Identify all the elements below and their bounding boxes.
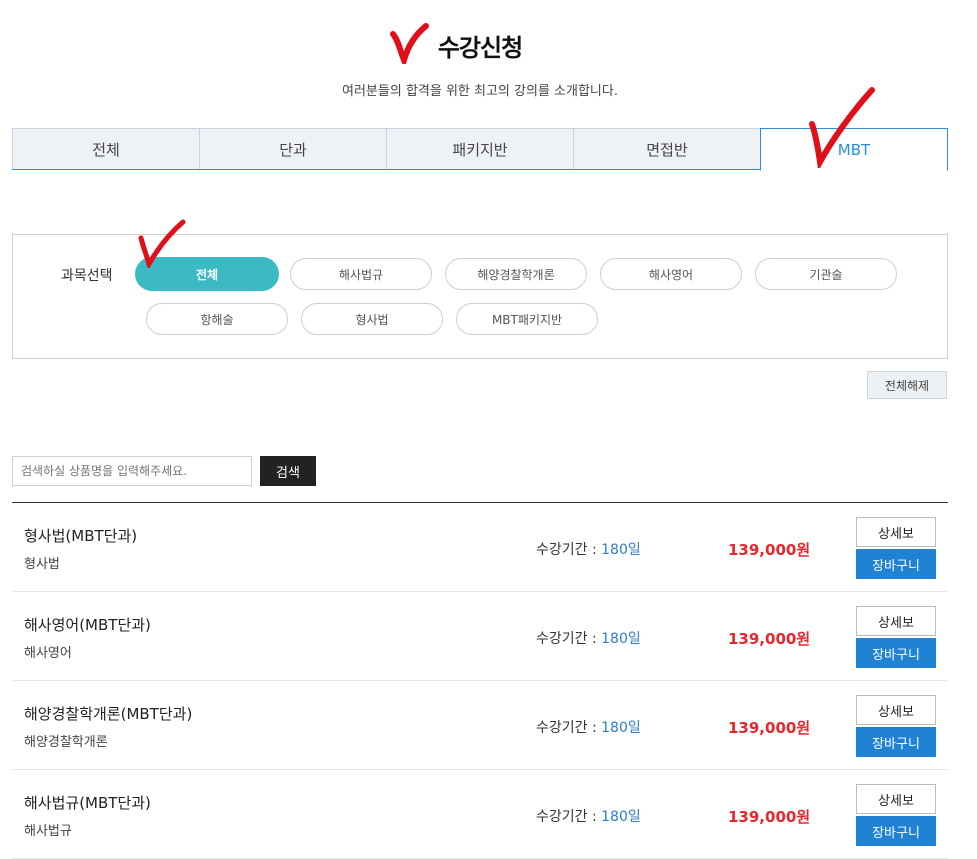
period-label: 수강기간 : (536, 720, 602, 736)
red-check-mark-icon (138, 219, 186, 268)
cart-button[interactable]: 장바구니 (856, 638, 936, 668)
period-days: 180일 (601, 809, 641, 825)
tab-interview[interactable]: 면접반 (573, 128, 761, 169)
product-price: 139,000원 (728, 808, 811, 826)
tab-single[interactable]: 단과 (199, 128, 387, 169)
chip-criminal-law[interactable]: 형사법 (301, 303, 443, 335)
list-item: 해양경찰학개론(MBT단과) 해양경찰학개론 수강기간 : 180일 139,0… (12, 681, 948, 770)
product-price: 139,000원 (728, 630, 811, 648)
search-button[interactable]: 검색 (260, 456, 316, 486)
red-check-mark-icon (809, 87, 875, 168)
tab-package[interactable]: 패키지반 (386, 128, 574, 169)
product-price: 139,000원 (728, 719, 811, 737)
page-header: 수강신청 (0, 28, 960, 63)
product-subject: 형사법 (24, 557, 60, 572)
filter-label: 과목선택 (61, 268, 113, 284)
search-input[interactable] (12, 456, 252, 486)
study-period: 수강기간 : 180일 (536, 539, 641, 559)
chip-navigation[interactable]: 항해술 (146, 303, 288, 335)
product-name: 형사법(MBT단과) (24, 527, 138, 545)
product-list: 형사법(MBT단과) 형사법 수강기간 : 180일 139,000원 상세보 … (12, 502, 948, 859)
cart-button[interactable]: 장바구니 (856, 727, 936, 757)
detail-button[interactable]: 상세보 (856, 695, 936, 725)
reset-all-button[interactable]: 전체해제 (867, 371, 947, 399)
study-period: 수강기간 : 180일 (536, 717, 641, 737)
cart-button[interactable]: 장바구니 (856, 549, 936, 579)
period-days: 180일 (601, 720, 641, 736)
product-subject: 해사영어 (24, 646, 72, 661)
page-title: 수강신청 (437, 34, 523, 62)
product-subject: 해양경찰학개론 (24, 735, 108, 750)
period-label: 수강기간 : (536, 631, 602, 647)
cart-button[interactable]: 장바구니 (856, 816, 936, 846)
category-tabs: 전체 단과 패키지반 면접반 MBT (12, 128, 948, 171)
chip-mbt-package[interactable]: MBT패키지반 (456, 303, 598, 335)
detail-button[interactable]: 상세보 (856, 517, 936, 547)
chip-coast-guard[interactable]: 해양경찰학개론 (445, 258, 587, 290)
product-subject: 해사법규 (24, 824, 72, 839)
study-period: 수강기간 : 180일 (536, 628, 641, 648)
list-item: 형사법(MBT단과) 형사법 수강기간 : 180일 139,000원 상세보 … (12, 503, 948, 592)
study-period: 수강기간 : 180일 (536, 806, 641, 826)
period-days: 180일 (601, 631, 641, 647)
product-name: 해사법규(MBT단과) (24, 794, 151, 812)
period-label: 수강기간 : (536, 809, 602, 825)
period-days: 180일 (601, 542, 641, 558)
list-item: 해사법규(MBT단과) 해사법규 수강기간 : 180일 139,000원 상세… (12, 770, 948, 859)
chip-engineering[interactable]: 기관술 (755, 258, 897, 290)
chip-maritime-english[interactable]: 해사영어 (600, 258, 742, 290)
product-name: 해양경찰학개론(MBT단과) (24, 705, 193, 723)
detail-button[interactable]: 상세보 (856, 784, 936, 814)
period-label: 수강기간 : (536, 542, 602, 558)
list-item: 해사영어(MBT단과) 해사영어 수강기간 : 180일 139,000원 상세… (12, 592, 948, 681)
chip-maritime-law[interactable]: 해사법규 (290, 258, 432, 290)
product-price: 139,000원 (728, 541, 811, 559)
tab-all[interactable]: 전체 (12, 128, 200, 169)
detail-button[interactable]: 상세보 (856, 606, 936, 636)
product-name: 해사영어(MBT단과) (24, 616, 151, 634)
